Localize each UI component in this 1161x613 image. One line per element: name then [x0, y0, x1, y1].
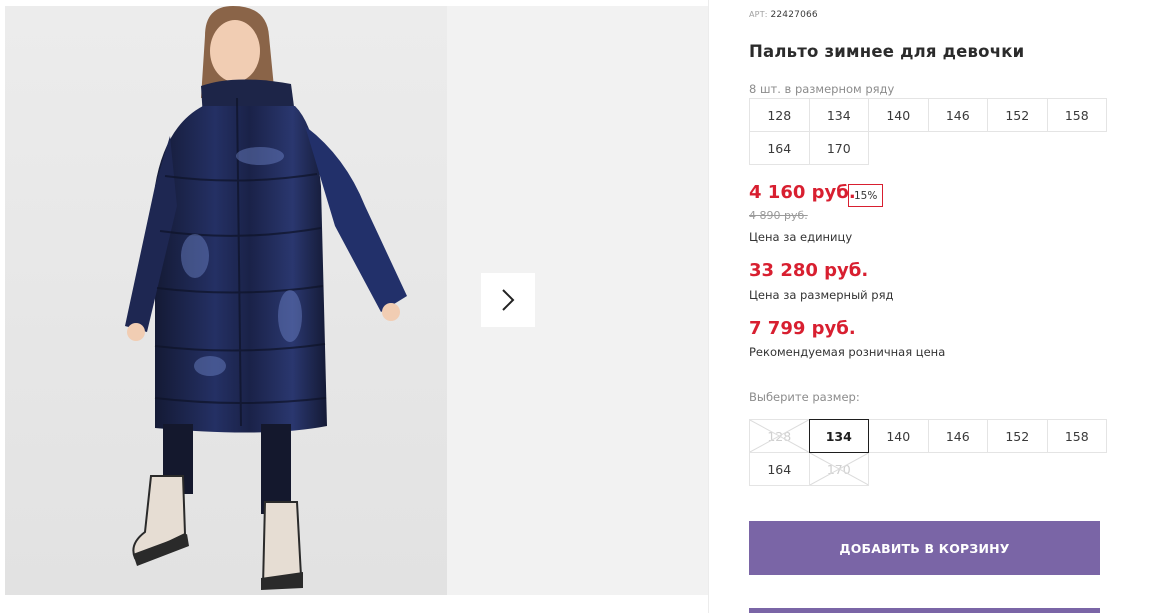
- gallery-next-button[interactable]: [481, 273, 535, 327]
- size-row-item: 152: [987, 98, 1048, 132]
- retail-price-note: Рекомендуемая розничная цена: [749, 345, 946, 359]
- size-row-grid: 128 134 140 146 152 158 164 170: [749, 98, 1107, 165]
- size-option[interactable]: 140: [868, 419, 929, 453]
- article-value: 22427066: [770, 10, 818, 20]
- size-row-item: 158: [1046, 98, 1107, 132]
- unit-price-note: Цена за единицу: [749, 230, 853, 244]
- chevron-right-icon: [502, 289, 515, 311]
- unavailable-cross-icon: [750, 420, 809, 452]
- size-option-label: 134: [825, 428, 852, 444]
- product-title: Пальто зимнее для девочки: [749, 42, 1025, 61]
- retail-price: 7 799 руб.: [749, 318, 856, 339]
- size-row-item: 164: [749, 131, 810, 165]
- size-row-item: 146: [927, 98, 988, 132]
- size-option-label: 152: [1005, 428, 1030, 444]
- size-row-item: 170: [808, 131, 869, 165]
- secondary-action-button[interactable]: [749, 608, 1100, 613]
- size-row-price: 33 280 руб.: [749, 260, 869, 281]
- size-option-label: 158: [1064, 428, 1089, 444]
- size-option: 128: [749, 419, 810, 453]
- size-row-item: 140: [868, 98, 929, 132]
- column-divider: [708, 0, 709, 613]
- size-option-label: 146: [945, 428, 970, 444]
- size-row-caption: 8 шт. в размерном ряду: [749, 82, 895, 96]
- size-row-item: 128: [749, 98, 810, 132]
- size-option: 170: [808, 452, 869, 486]
- size-option[interactable]: 164: [749, 452, 810, 486]
- unit-price: 4 160 руб.: [749, 182, 856, 203]
- product-photo[interactable]: [5, 6, 447, 595]
- product-gallery: [5, 6, 708, 595]
- article-number: АРТ: 22427066: [749, 10, 818, 20]
- size-option[interactable]: 158: [1046, 419, 1107, 453]
- size-option[interactable]: 146: [927, 419, 988, 453]
- size-option-label: 164: [767, 461, 792, 477]
- choose-size-caption: Выберите размер:: [749, 390, 860, 404]
- size-option[interactable]: 134: [808, 419, 869, 453]
- girl-in-coat-illustration: [5, 6, 447, 595]
- old-price: 4 890 руб.: [749, 209, 808, 222]
- discount-badge: 15%: [848, 184, 884, 207]
- add-to-cart-button[interactable]: ДОБАВИТЬ В КОРЗИНУ: [749, 521, 1100, 575]
- size-selector: 128 134 140 146 152 158 164 170: [749, 419, 1107, 486]
- article-label: АРТ:: [749, 10, 768, 19]
- size-option-label: 140: [886, 428, 911, 444]
- size-option[interactable]: 152: [987, 419, 1048, 453]
- size-row-price-note: Цена за размерный ряд: [749, 288, 894, 302]
- size-row-item: 134: [808, 98, 869, 132]
- unavailable-cross-icon: [810, 453, 869, 485]
